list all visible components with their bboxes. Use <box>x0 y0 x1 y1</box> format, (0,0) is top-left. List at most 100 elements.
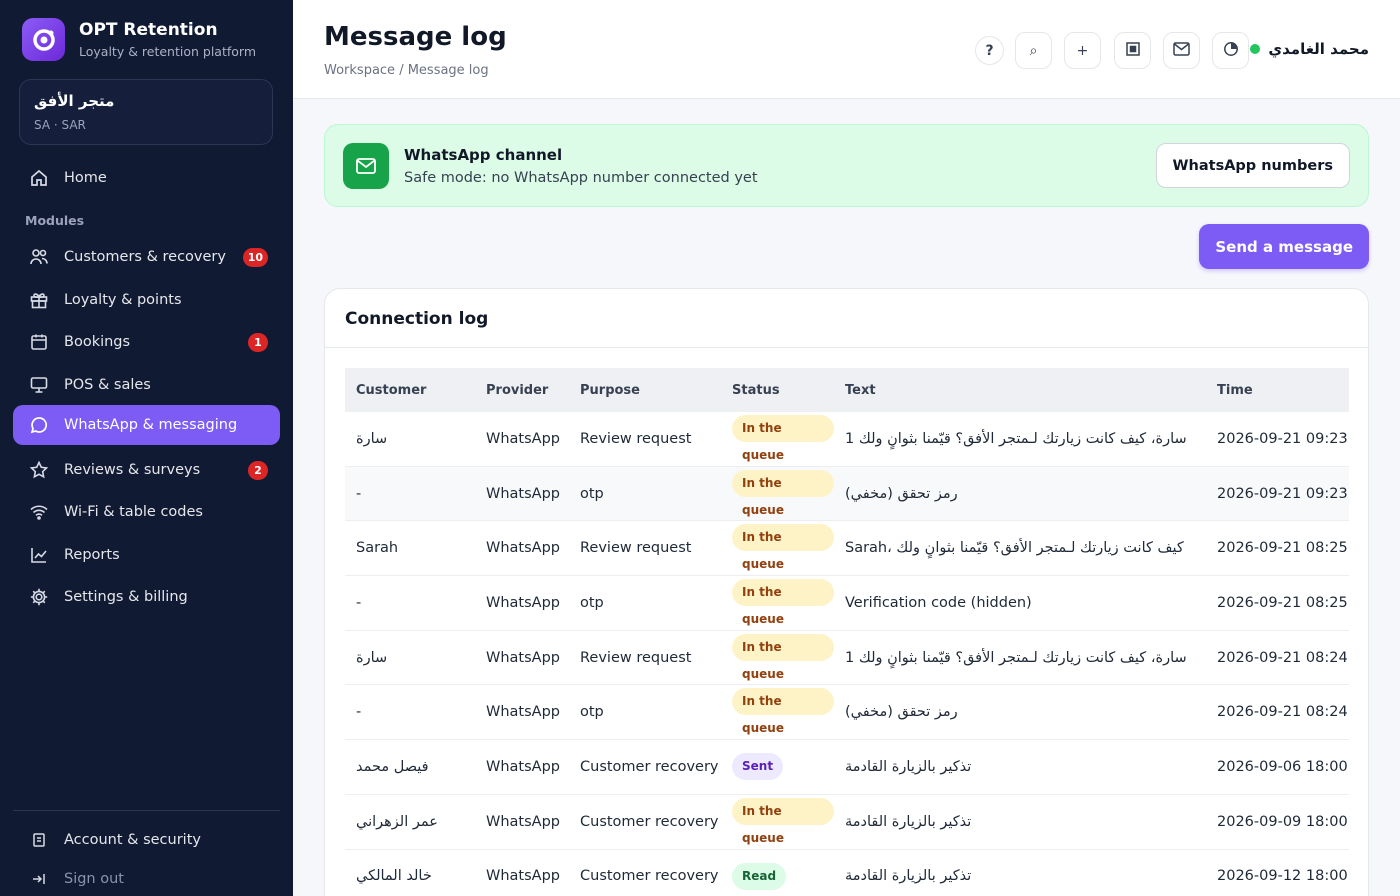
banner-title: WhatsApp channel <box>404 146 563 164</box>
card-title: Connection log <box>345 309 489 329</box>
cell-provider: WhatsApp <box>486 594 560 611</box>
brand-logo-icon <box>22 18 65 61</box>
banner-subtitle: Safe mode: no WhatsApp number connected … <box>404 170 758 186</box>
add-button[interactable]: + <box>1064 32 1101 69</box>
table-row[interactable]: - WhatsApp otp In the queue Verification… <box>345 576 1349 631</box>
table-row[interactable]: فيصل محمد WhatsApp Customer recovery Sen… <box>345 740 1349 795</box>
sidebar-item-signout[interactable]: Sign out <box>13 861 280 896</box>
breadcrumb: Workspace / Message log <box>324 63 489 78</box>
count-badge: 1 <box>248 333 268 352</box>
table-row[interactable]: سارة WhatsApp Review request In the queu… <box>345 631 1349 686</box>
cell-text: سارة، كيف كانت زيارتك لـمتجر الأفق؟ قيّم… <box>845 430 1187 447</box>
sidebar-item-reviews[interactable]: Reviews & surveys 2 <box>13 450 280 490</box>
search-button[interactable]: ⌕ <box>1015 32 1052 69</box>
cell-time: 2026-09-12 18:00 <box>1217 868 1348 885</box>
users-icon <box>29 247 49 267</box>
sidebar-item-reports[interactable]: Reports <box>13 535 280 575</box>
cell-provider: WhatsApp <box>486 649 560 666</box>
message-log-table: Customer Provider Purpose Status Text Ti… <box>345 368 1349 896</box>
column-header-time[interactable]: Time <box>1206 383 1349 398</box>
cell-purpose: otp <box>580 485 604 502</box>
sidebar-item-wifi[interactable]: Wi-Fi & table codes <box>13 492 280 532</box>
cell-text: Verification code (hidden) <box>845 594 1032 611</box>
cell-purpose: otp <box>580 594 604 611</box>
table-row[interactable]: عمر الزهراني WhatsApp Customer recovery … <box>345 795 1349 850</box>
sidebar-item-label: Settings & billing <box>64 589 188 605</box>
cell-provider: WhatsApp <box>486 430 560 447</box>
cell-provider: WhatsApp <box>486 813 560 830</box>
logout-icon <box>29 869 49 889</box>
messages-button[interactable] <box>1163 32 1200 69</box>
help-button[interactable]: ? <box>975 36 1004 65</box>
status-badge: In the queue <box>732 578 834 626</box>
page-header: Message log Workspace / Message log ? ⌕ … <box>293 0 1400 99</box>
cell-text: تذكير بالزيارة القادمة <box>845 758 972 775</box>
user-menu[interactable]: محمد الغامدي <box>1250 40 1369 58</box>
cell-purpose: Customer recovery <box>580 758 719 775</box>
cell-time: 2026-09-21 08:24 <box>1217 704 1348 721</box>
table-row[interactable]: - WhatsApp otp In the queue رمز تحقق (مخ… <box>345 466 1349 522</box>
status-badge: In the queue <box>732 469 834 517</box>
home-icon <box>29 168 49 188</box>
theme-toggle[interactable] <box>1212 32 1249 69</box>
table-row[interactable]: سارة WhatsApp Review request In the queu… <box>345 412 1349 467</box>
cell-customer: - <box>356 594 362 611</box>
user-name: محمد الغامدي <box>1268 40 1369 58</box>
wifi-icon <box>29 502 49 522</box>
store-switcher[interactable]: متجر الأفق SA · SAR <box>19 79 273 145</box>
plus-icon: + <box>1076 42 1089 59</box>
cell-customer: خالد المالكي <box>356 868 432 885</box>
sidebar-item-account[interactable]: Account & security <box>13 822 280 858</box>
sidebar-item-customers[interactable]: Customers & recovery 10 <box>13 237 280 277</box>
store-name: متجر الأفق <box>34 92 115 110</box>
cell-text: رمز تحقق (مخفي) <box>845 704 958 721</box>
monitor-icon <box>29 375 49 395</box>
cell-text: Sarah، كيف كانت زيارتك لـمتجر الأفق؟ قيّ… <box>845 540 1184 557</box>
sidebar-item-whatsapp[interactable]: WhatsApp & messaging <box>13 405 280 445</box>
calendar-icon <box>29 332 49 352</box>
sidebar-item-home[interactable]: Home <box>13 158 280 198</box>
cell-time: 2026-09-06 18:00 <box>1217 758 1348 775</box>
table-row[interactable]: Sarah WhatsApp Review request In the que… <box>345 521 1349 577</box>
sidebar-item-bookings[interactable]: Bookings 1 <box>13 322 280 362</box>
count-badge: 10 <box>242 248 268 267</box>
whatsapp-channel-banner: WhatsApp channel Safe mode: no WhatsApp … <box>324 124 1369 207</box>
column-header-provider[interactable]: Provider <box>475 383 569 398</box>
cell-time: 2026-09-21 09:23 <box>1217 430 1348 447</box>
table-row[interactable]: - WhatsApp otp In the queue رمز تحقق (مخ… <box>345 685 1349 741</box>
column-header-customer[interactable]: Customer <box>345 383 475 398</box>
sidebar-item-label: Bookings <box>64 334 131 350</box>
sidebar-item-label: Reviews & surveys <box>64 462 201 478</box>
sidebar-divider <box>13 810 280 811</box>
cell-time: 2026-09-09 18:00 <box>1217 813 1348 830</box>
search-icon: ⌕ <box>1029 42 1038 59</box>
cell-customer: Sarah <box>356 540 399 557</box>
cell-time: 2026-09-21 08:24 <box>1217 649 1348 666</box>
mail-icon <box>343 143 389 189</box>
cell-purpose: Review request <box>580 649 692 666</box>
sidebar-item-label: Loyalty & points <box>64 292 182 308</box>
cell-customer: - <box>356 485 362 502</box>
sidebar-item-settings[interactable]: Settings & billing <box>13 577 280 617</box>
column-header-status[interactable]: Status <box>721 383 834 398</box>
send-message-button[interactable]: Send a message <box>1199 224 1369 269</box>
qr-button[interactable] <box>1114 32 1151 69</box>
column-header-purpose[interactable]: Purpose <box>569 383 721 398</box>
sidebar-item-label: POS & sales <box>64 377 151 393</box>
brand: OPT Retention Loyalty & retention platfo… <box>22 18 256 61</box>
status-badge: In the queue <box>732 688 834 735</box>
help-icon: ? <box>985 42 994 59</box>
store-meta: SA · SAR <box>34 118 86 132</box>
sidebar-item-loyalty[interactable]: Loyalty & points <box>13 280 280 320</box>
column-header-text[interactable]: Text <box>834 383 1206 398</box>
whatsapp-numbers-button[interactable]: WhatsApp numbers <box>1155 143 1350 188</box>
qr-code-icon <box>1125 41 1140 60</box>
cell-customer: عمر الزهراني <box>356 813 438 830</box>
cell-provider: WhatsApp <box>486 868 560 885</box>
brand-subtitle: Loyalty & retention platform <box>79 44 257 59</box>
cell-text: سارة، كيف كانت زيارتك لـمتجر الأفق؟ قيّم… <box>845 649 1187 666</box>
table-row[interactable]: خالد المالكي WhatsApp Customer recovery … <box>345 850 1349 896</box>
card-divider <box>325 347 1368 348</box>
sidebar-item-label: Wi-Fi & table codes <box>64 504 203 520</box>
sidebar-item-pos[interactable]: POS & sales <box>13 365 280 405</box>
